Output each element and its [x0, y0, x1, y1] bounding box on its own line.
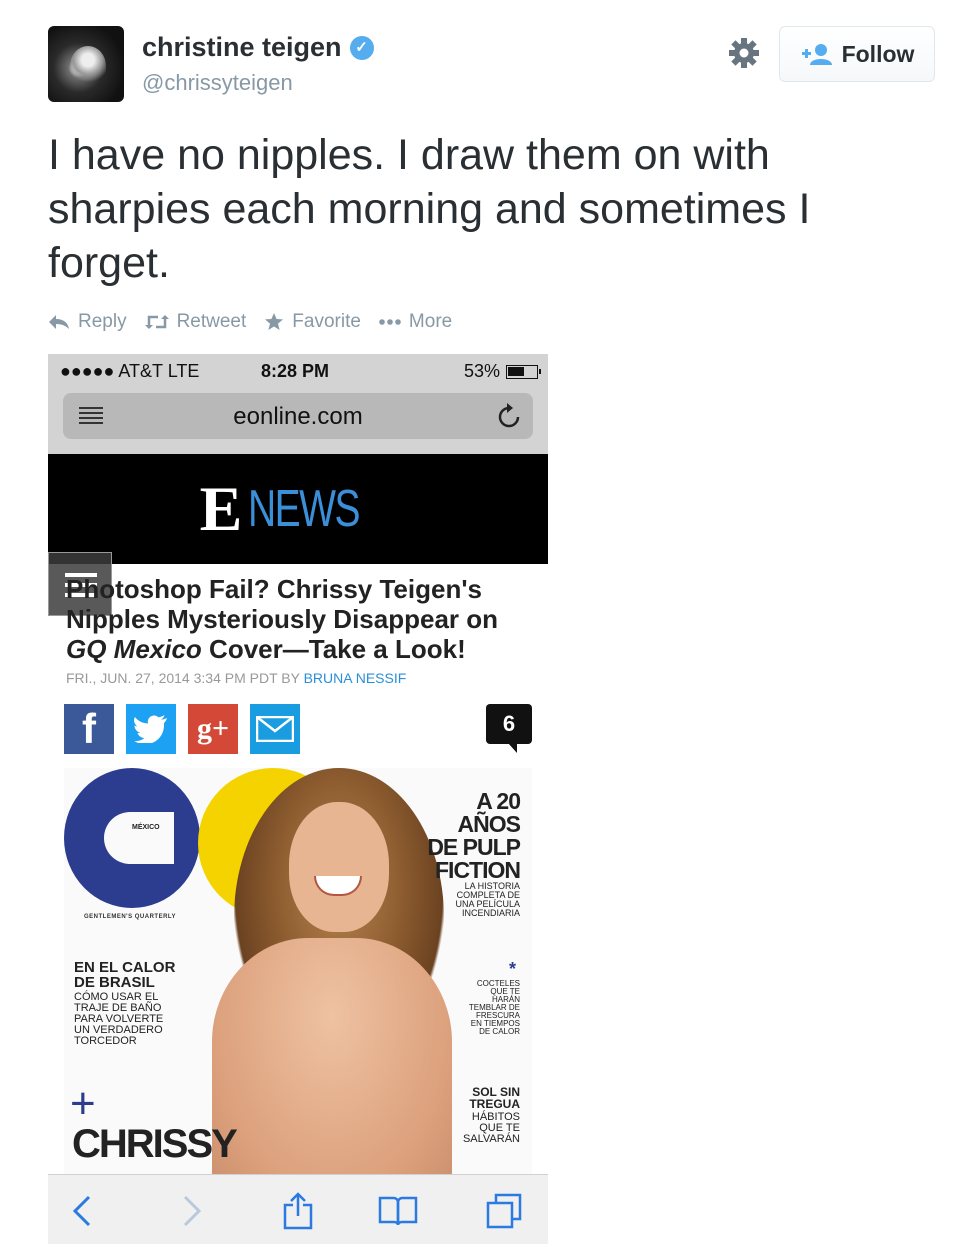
- display-name-text[interactable]: christine teigen: [142, 32, 342, 63]
- share-buttons: f g+: [64, 704, 300, 754]
- comment-count-badge: 6: [486, 704, 532, 753]
- display-name[interactable]: christine teigen ✓: [142, 32, 374, 63]
- cover-chrissy: CHRISSY: [72, 1122, 238, 1166]
- star-icon: [265, 313, 284, 330]
- cover-plus: +: [70, 1079, 96, 1128]
- cover-model-body: [212, 938, 452, 1178]
- gq-logo-g: [64, 768, 200, 908]
- cover-mexico: MÉXICO: [132, 824, 160, 831]
- more-label: More: [408, 311, 453, 332]
- site-header: E NEWS: [48, 454, 548, 564]
- reply-button[interactable]: Reply: [48, 311, 127, 333]
- article-headline: Photoshop Fail? Chrissy Teigen's Nipples…: [66, 574, 536, 664]
- bookmarks-icon: [378, 1191, 418, 1231]
- cover-sol: SOL SIN TREGUA: [469, 1085, 520, 1111]
- verified-icon: ✓: [349, 35, 374, 60]
- status-time: 8:28 PM: [261, 361, 330, 381]
- headline-italic: GQ Mexico: [66, 634, 202, 664]
- avatar[interactable]: [48, 26, 124, 102]
- forward-icon: [172, 1191, 212, 1231]
- retweet-icon: [144, 315, 169, 329]
- favorite-button[interactable]: Favorite: [264, 311, 361, 333]
- tweet-actions: Reply Retweet Favorite More: [48, 311, 452, 333]
- browser-address-area: eonline.com: [48, 388, 548, 454]
- url-text: eonline.com: [233, 403, 363, 430]
- gear-icon[interactable]: [728, 37, 760, 69]
- headline-part1: Photoshop Fail? Chrissy Teigen's Nipples…: [66, 574, 499, 634]
- facebook-icon: f: [64, 704, 114, 754]
- google-plus-icon: g+: [188, 704, 238, 754]
- safari-toolbar: [48, 1174, 548, 1244]
- attached-screenshot[interactable]: ●●●●● AT&T LTE 8:28 PM 53% eonline.com E…: [48, 354, 548, 1244]
- cover-gentlemens: GENTLEMEN'S QUARTERLY: [84, 914, 177, 920]
- share-icon: [278, 1191, 318, 1231]
- e-logo: E: [199, 473, 243, 544]
- cover-cocteles: COCTELES QUE TE HARÁN TEMBLAR DE FRESCUR…: [468, 979, 520, 1036]
- cover-calor: EN EL CALOR DE BRASIL: [74, 959, 176, 991]
- follow-button[interactable]: Follow: [779, 26, 935, 82]
- reply-icon: [49, 315, 69, 329]
- battery: 53%: [463, 361, 541, 382]
- battery-percent: 53%: [463, 361, 500, 381]
- carrier-text: ●●●●● AT&T LTE: [60, 361, 200, 381]
- byline-author: BRUNA NESSIF: [303, 670, 407, 686]
- back-icon: [62, 1191, 102, 1231]
- twitter-icon: [126, 704, 176, 754]
- headline-part2: Cover—Take a Look!: [201, 634, 466, 664]
- news-logo: NEWS: [248, 480, 361, 538]
- follow-label: Follow: [841, 40, 915, 67]
- reply-label: Reply: [78, 311, 127, 332]
- byline-date: FRI., JUN. 27, 2014 3:34 PM PDT BY: [66, 670, 304, 686]
- tweet-text: I have no nipples. I draw them on with s…: [48, 131, 811, 287]
- magazine-cover-image: MÉXICO GENTLEMEN'S QUARTERLY A 20 AÑOS D…: [64, 768, 532, 1178]
- cover-sol-sub: HÁBITOS QUE TE SALVARÁN: [462, 1111, 520, 1145]
- address-bar: eonline.com: [63, 393, 533, 439]
- cover-model-face: [289, 802, 389, 932]
- mail-icon: [250, 704, 300, 754]
- reload-icon: [498, 403, 520, 428]
- status-bar: ●●●●● AT&T LTE 8:28 PM 53%: [48, 354, 548, 388]
- cover-anos: A 20 AÑOS DE PULP FICTION: [427, 788, 521, 883]
- handle[interactable]: @chrissyteigen: [142, 70, 293, 96]
- add-user-icon: [801, 44, 832, 65]
- battery-icon: [506, 364, 541, 379]
- cover-calor-sub: CÓMO USAR EL TRAJE DE BAÑO PARA VOLVERTE…: [74, 991, 164, 1047]
- cover-anos-sub: LA HISTORIA COMPLETA DE UNA PELÍCULA INC…: [455, 881, 520, 918]
- tabs-icon: [484, 1191, 524, 1231]
- more-dots-icon: [379, 319, 401, 325]
- retweet-button[interactable]: Retweet: [144, 311, 247, 333]
- byline: FRI., JUN. 27, 2014 3:34 PM PDT BY BRUNA…: [66, 670, 406, 686]
- more-button[interactable]: More: [379, 311, 452, 333]
- cover-star: *: [508, 959, 516, 979]
- favorite-label: Favorite: [292, 311, 361, 332]
- retweet-label: Retweet: [176, 311, 247, 332]
